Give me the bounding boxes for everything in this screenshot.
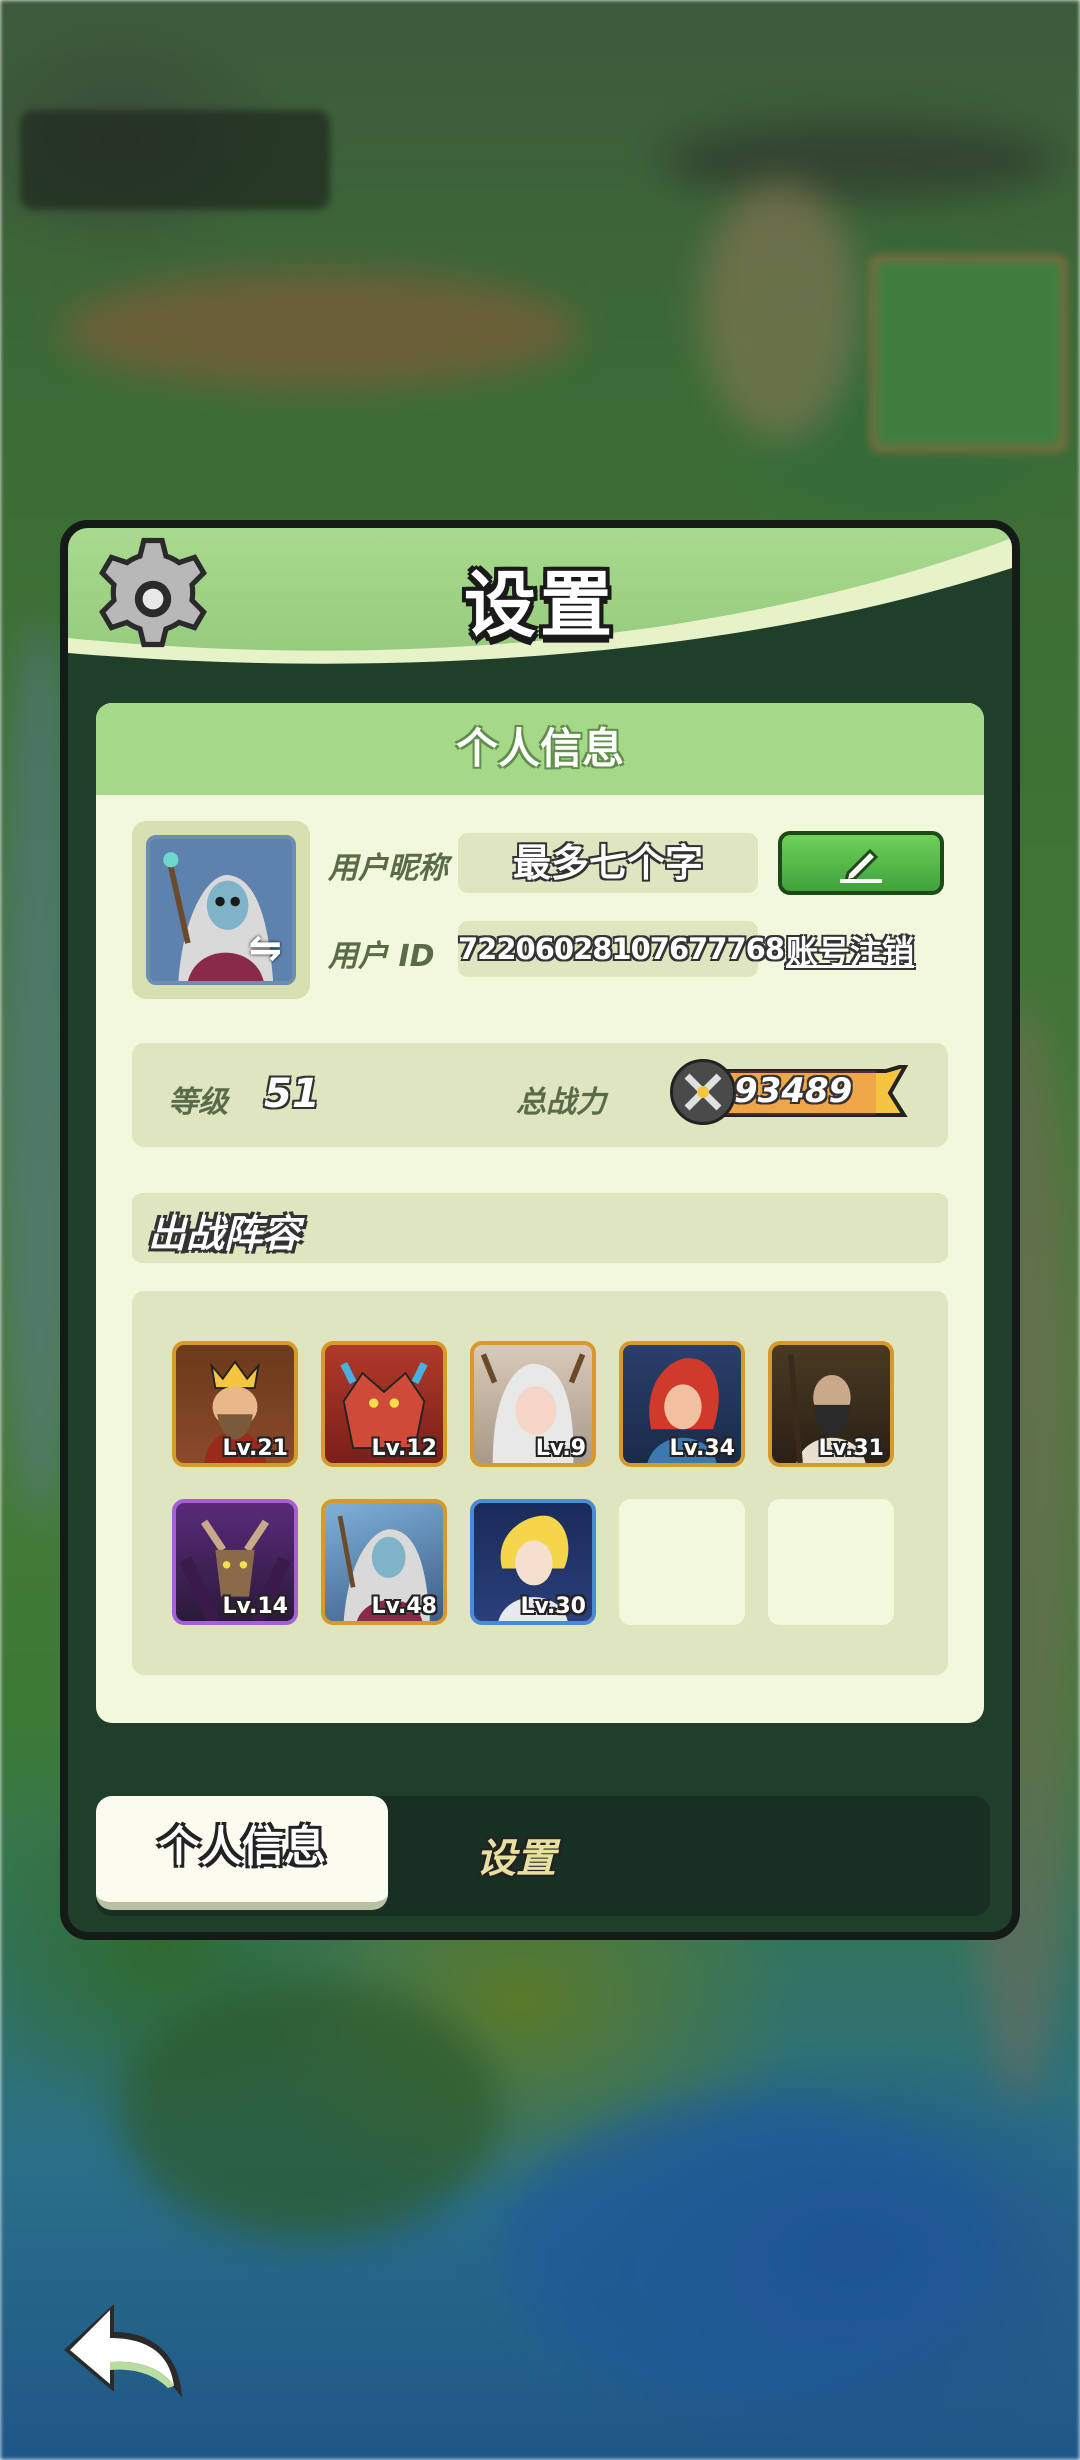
player-topbar <box>20 110 330 210</box>
user-id-field: 72206028107677768 <box>458 921 785 977</box>
tab-settings[interactable]: 设置 <box>476 1826 556 1884</box>
hero-slot-3[interactable]: Lv.9 <box>470 1341 596 1467</box>
panel-tabs: 个人信息 设置 <box>96 1796 990 1916</box>
panel-header: 设置 <box>68 528 1012 668</box>
cancel-account-link[interactable]: 账号注销 <box>786 927 914 973</box>
user-id-label: 用户 ID <box>328 939 435 974</box>
panel-title: 设置 <box>463 563 616 647</box>
edit-pencil-icon <box>840 848 882 883</box>
swap-icon: ⇋ <box>248 925 282 971</box>
power-value: 93489 <box>734 1071 853 1111</box>
avatar[interactable]: ⇋ <box>146 835 296 985</box>
lineup-title: 出战阵容 <box>148 1212 301 1256</box>
hero-slot-5[interactable]: Lv.31 <box>768 1341 894 1467</box>
tab-personal-info[interactable]: 个人信息 <box>96 1796 388 1910</box>
hero-slot-6[interactable]: Lv.14 <box>172 1499 298 1625</box>
hero-slot-empty[interactable] <box>768 1499 894 1625</box>
nickname-field: 最多七个字 <box>458 833 758 893</box>
hero-level: Lv.48 <box>371 1594 437 1619</box>
edit-nickname-button[interactable] <box>778 831 944 895</box>
back-arrow-icon[interactable] <box>58 2296 188 2406</box>
hero-level: Lv.31 <box>818 1436 884 1461</box>
power-badge: 93489 <box>670 1059 908 1125</box>
hero-slot-7[interactable]: Lv.48 <box>321 1499 447 1625</box>
level-label: 等级 <box>168 1085 228 1120</box>
profile-card: 个人信息 ⇋ 用户昵称 最多七个字 用户 ID 7220602810767776… <box>96 703 984 1723</box>
level-value: 51 <box>264 1071 320 1117</box>
power-label: 总战力 <box>516 1085 606 1120</box>
hero-slot-2[interactable]: Lv.12 <box>321 1341 447 1467</box>
hero-level: Lv.9 <box>535 1436 586 1461</box>
lineup-header: 出战阵容 <box>132 1193 948 1263</box>
hero-level: Lv.34 <box>669 1436 735 1461</box>
avatar-frame[interactable]: ⇋ <box>132 821 310 999</box>
lineup-grid: Lv.21 Lv.12 Lv.9 Lv.34 Lv.31 Lv.14 Lv.48… <box>132 1291 948 1675</box>
hero-level: Lv.12 <box>371 1436 437 1461</box>
hero-slot-4[interactable]: Lv.34 <box>619 1341 745 1467</box>
minimap <box>870 255 1067 452</box>
hero-level: Lv.21 <box>222 1436 288 1461</box>
stats-bar: 等级 51 总战力 93489 <box>132 1043 948 1147</box>
hero-slot-8[interactable]: Lv.30 <box>470 1499 596 1625</box>
nickname-label: 用户昵称 <box>328 851 448 886</box>
hero-level: Lv.14 <box>222 1594 288 1619</box>
hero-slot-empty[interactable] <box>619 1499 745 1625</box>
sword-icon <box>670 1059 736 1125</box>
hero-level: Lv.30 <box>520 1594 586 1619</box>
hero-slot-1[interactable]: Lv.21 <box>172 1341 298 1467</box>
profile-section-title: 个人信息 <box>96 703 984 795</box>
settings-panel: 设置 个人信息 ⇋ 用户昵称 最多七个字 用户 ID 7220602810767… <box>60 520 1020 1940</box>
